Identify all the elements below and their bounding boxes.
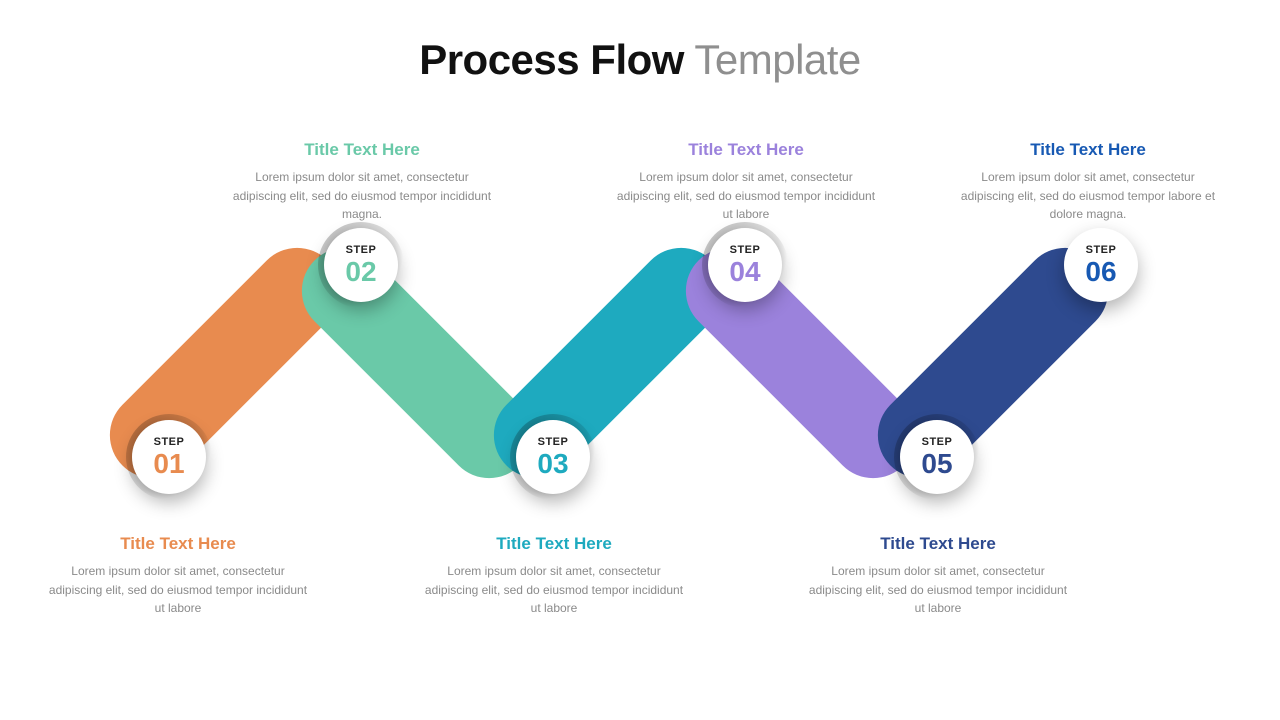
step-text-1: Title Text Here Lorem ipsum dolor sit am… — [48, 534, 308, 618]
step-label: STEP — [730, 245, 761, 256]
step-label: STEP — [1086, 245, 1117, 256]
step-body-4: Lorem ipsum dolor sit amet, consectetur … — [616, 168, 876, 224]
step-text-3: Title Text Here Lorem ipsum dolor sit am… — [424, 534, 684, 618]
step-label: STEP — [346, 245, 377, 256]
step-text-4: Title Text Here Lorem ipsum dolor sit am… — [616, 140, 876, 224]
process-flow-diagram: STEP 01 STEP 02 STEP 03 STEP 04 STEP 05 … — [140, 250, 1140, 510]
step-badge-5: STEP 05 — [900, 420, 974, 494]
slide-title: Process Flow Template — [0, 36, 1280, 84]
step-body-1: Lorem ipsum dolor sit amet, consectetur … — [48, 562, 308, 618]
step-number-2: 02 — [345, 258, 376, 286]
step-body-5: Lorem ipsum dolor sit amet, consectetur … — [808, 562, 1068, 618]
step-label: STEP — [538, 437, 569, 448]
slide-title-light: Template — [684, 36, 861, 83]
step-title-3: Title Text Here — [424, 534, 684, 554]
step-title-6: Title Text Here — [958, 140, 1218, 160]
step-title-2: Title Text Here — [232, 140, 492, 160]
step-text-5: Title Text Here Lorem ipsum dolor sit am… — [808, 534, 1068, 618]
step-badge-4: STEP 04 — [708, 228, 782, 302]
slide-title-bold: Process Flow — [419, 36, 684, 83]
step-label: STEP — [154, 437, 185, 448]
step-number-5: 05 — [921, 450, 952, 478]
step-title-5: Title Text Here — [808, 534, 1068, 554]
step-badge-1: STEP 01 — [132, 420, 206, 494]
step-number-1: 01 — [153, 450, 184, 478]
step-badge-2: STEP 02 — [324, 228, 398, 302]
step-label: STEP — [922, 437, 953, 448]
step-badge-3: STEP 03 — [516, 420, 590, 494]
step-badge-6: STEP 06 — [1064, 228, 1138, 302]
step-title-4: Title Text Here — [616, 140, 876, 160]
step-body-3: Lorem ipsum dolor sit amet, consectetur … — [424, 562, 684, 618]
step-title-1: Title Text Here — [48, 534, 308, 554]
step-body-2: Lorem ipsum dolor sit amet, consectetur … — [232, 168, 492, 224]
step-number-4: 04 — [729, 258, 760, 286]
step-text-6: Title Text Here Lorem ipsum dolor sit am… — [958, 140, 1218, 224]
step-number-3: 03 — [537, 450, 568, 478]
step-number-6: 06 — [1085, 258, 1116, 286]
step-text-2: Title Text Here Lorem ipsum dolor sit am… — [232, 140, 492, 224]
step-body-6: Lorem ipsum dolor sit amet, consectetur … — [958, 168, 1218, 224]
